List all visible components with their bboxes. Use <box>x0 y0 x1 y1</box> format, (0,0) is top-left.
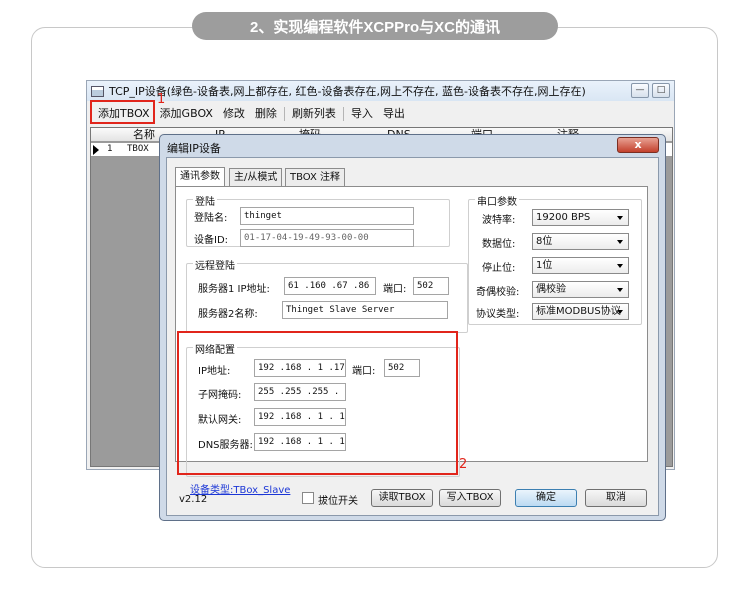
baud-rate-select[interactable]: 19200 BPS <box>532 209 629 226</box>
data-bits-label: 数据位: <box>482 239 516 250</box>
annotation-label-2: 2 <box>459 457 468 472</box>
chevron-down-icon <box>617 288 623 292</box>
stop-bits-select[interactable]: 1位 <box>532 257 629 274</box>
annotation-box-1 <box>90 100 155 124</box>
close-icon[interactable]: x <box>617 137 659 153</box>
data-bits-select[interactable]: 8位 <box>532 233 629 250</box>
baud-rate-label: 波特率: <box>482 215 516 226</box>
window-title: TCP_IP设备(绿色-设备表,网上都存在, 红色-设备表存在,网上不存在, 蓝… <box>109 85 586 98</box>
server2-name-input[interactable]: Thinget Slave Server <box>282 301 448 319</box>
chevron-down-icon <box>617 264 623 268</box>
remote-login-group-title: 远程登陆 <box>193 257 237 272</box>
protocol-value: 标准MODBUS协议 <box>536 306 621 317</box>
tab-tbox-note[interactable]: TBOX 注释 <box>285 168 346 186</box>
baud-rate-value: 19200 BPS <box>536 212 591 223</box>
stop-bits-label: 停止位: <box>482 263 516 274</box>
parity-select[interactable]: 偶校验 <box>532 281 629 298</box>
maximize-button[interactable]: □ <box>652 83 670 98</box>
device-id-input[interactable]: 01-17-04-19-49-93-00-00 <box>240 229 414 247</box>
tab-master-slave[interactable]: 主/从模式 <box>229 168 283 186</box>
menu-divider <box>342 107 344 121</box>
window-titlebar: TCP_IP设备(绿色-设备表,网上都存在, 红色-设备表存在,网上不存在, 蓝… <box>87 81 674 101</box>
section-banner: 2、实现编程软件XCPPro与XC的通讯 <box>192 12 558 40</box>
server1-ip-input[interactable]: 61 .160 .67 .86 <box>284 277 376 295</box>
refresh-list-button[interactable]: 刷新列表 <box>287 104 341 124</box>
annotation-box-2 <box>177 331 458 475</box>
cancel-button[interactable]: 取消 <box>585 489 647 507</box>
ip-octet: 86 <box>358 281 370 291</box>
chevron-down-icon <box>617 240 623 244</box>
write-tbox-button[interactable]: 写入TBOX <box>439 489 501 507</box>
import-button[interactable]: 导入 <box>346 104 378 124</box>
minimize-button[interactable]: — <box>631 83 649 98</box>
row-pointer-icon <box>93 145 99 155</box>
chevron-down-icon <box>617 216 623 220</box>
server1-port-input[interactable]: 502 <box>413 277 449 295</box>
version-label: v2.12 <box>179 494 208 505</box>
remote-login-group: 远程登陆 <box>186 257 468 333</box>
tab-comm-params[interactable]: 通讯参数 <box>175 167 225 187</box>
edit-button[interactable]: 修改 <box>218 104 250 124</box>
parity-value: 偶校验 <box>536 284 566 295</box>
read-tbox-button[interactable]: 读取TBOX <box>371 489 433 507</box>
add-gbox-button[interactable]: 添加GBOX <box>155 104 218 124</box>
ip-octet: 61 <box>288 281 299 291</box>
column-header-name[interactable]: 名称 <box>133 128 155 142</box>
dip-switch-checkbox[interactable] <box>302 492 314 504</box>
chevron-down-icon <box>617 310 623 314</box>
login-name-input[interactable]: thinget <box>240 207 414 225</box>
export-button[interactable]: 导出 <box>378 104 410 124</box>
serial-params-group-title: 串口参数 <box>475 193 519 208</box>
annotation-label-1: 1 <box>157 92 166 107</box>
ip-octet: 160 <box>309 281 326 291</box>
dip-switch-label: 拔位开关 <box>318 496 358 507</box>
stop-bits-value: 1位 <box>536 260 553 271</box>
data-bits-value: 8位 <box>536 236 553 247</box>
dialog-title: 编辑IP设备 <box>167 142 221 155</box>
row-number: 1 <box>107 144 113 154</box>
app-icon <box>91 85 104 97</box>
row-device-type: TBOX <box>127 144 149 154</box>
protocol-label: 协议类型: <box>476 309 520 320</box>
protocol-select[interactable]: 标准MODBUS协议 <box>532 303 629 320</box>
server2-name-label: 服务器2名称: <box>198 309 258 320</box>
server1-ip-label: 服务器1 IP地址: <box>198 284 270 295</box>
delete-button[interactable]: 删除 <box>250 104 282 124</box>
login-name-label: 登陆名: <box>194 213 228 224</box>
toolbar: 添加TBOX 添加GBOX 修改 删除 刷新列表 导入 导出 <box>87 103 674 125</box>
menu-divider <box>283 107 285 121</box>
server1-port-label: 端口: <box>383 284 407 295</box>
login-group-title: 登陆 <box>193 193 217 208</box>
ip-octet: 67 <box>336 281 348 291</box>
parity-label: 奇偶校验: <box>476 287 520 298</box>
ok-button[interactable]: 确定 <box>515 489 577 507</box>
device-id-label: 设备ID: <box>194 235 229 246</box>
